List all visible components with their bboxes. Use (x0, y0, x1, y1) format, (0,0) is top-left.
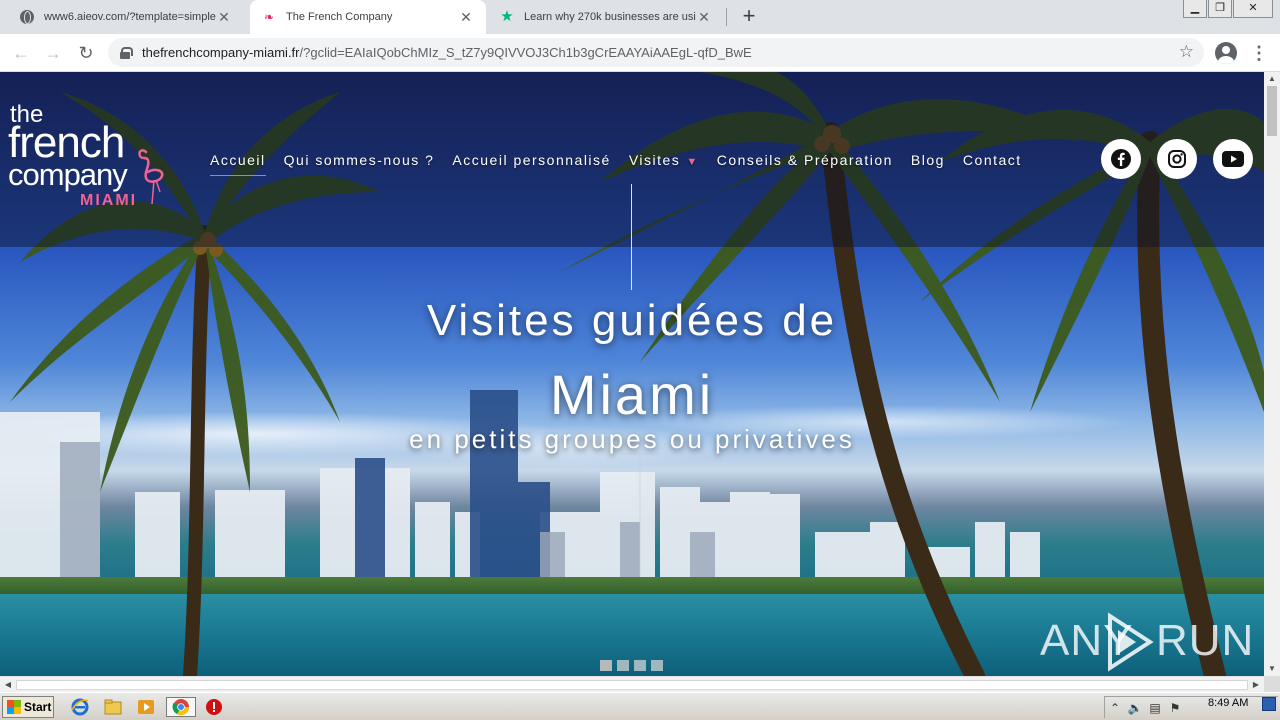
main-nav: Accueil Qui sommes-nous ? Accueil person… (210, 152, 1040, 176)
reload-button[interactable]: ↻ (73, 40, 99, 66)
scroll-up-arrow-icon[interactable]: ▲ (1264, 72, 1280, 86)
nav-qui-sommes-nous[interactable]: Qui sommes-nous ? (284, 152, 435, 172)
tab-separator (726, 8, 727, 26)
tab-aieov[interactable]: www6.aieov.com/?template=simple2 ✕ (8, 0, 244, 34)
back-button[interactable]: ← (8, 40, 34, 66)
logo-miami: MIAMI (80, 192, 138, 209)
close-tab-icon[interactable]: ✕ (696, 9, 712, 26)
scrollbar-thumb[interactable] (16, 680, 1248, 690)
tab-trustpilot[interactable]: ★ Learn why 270k businesses are using ✕ (488, 0, 724, 34)
system-tray: ⌃ 🔈 ▤ ⚑ (1104, 696, 1278, 718)
network-icon[interactable]: ▤ (1145, 701, 1165, 715)
anyrun-watermark: ANY RUN (1040, 608, 1253, 672)
slider-dot[interactable] (634, 660, 646, 671)
close-window-button[interactable]: ✕ (1233, 0, 1273, 18)
nav-blog[interactable]: Blog (911, 152, 945, 172)
scrollbar-corner (1264, 676, 1280, 692)
start-button[interactable]: Start (2, 696, 54, 718)
chrome-icon[interactable] (166, 697, 196, 717)
close-tab-icon[interactable]: ✕ (216, 9, 232, 26)
tab-french-company[interactable]: ❧ The French Company ✕ (250, 0, 486, 34)
vertical-scrollbar[interactable]: ▲ ▼ (1264, 72, 1280, 676)
windows-taskbar: Start ⌃ 🔈 ▤ ⚑ 8:49 AM (0, 692, 1280, 720)
slider-dot[interactable] (651, 660, 663, 671)
bookmark-star-icon[interactable]: ☆ (1179, 42, 1194, 62)
explorer-icon[interactable] (101, 697, 125, 717)
nav-accueil[interactable]: Accueil (210, 152, 266, 176)
facebook-icon[interactable] (1101, 139, 1141, 179)
nav-conseils-preparation[interactable]: Conseils & Préparation (717, 152, 893, 172)
show-desktop-icon[interactable] (1262, 697, 1276, 711)
nav-accueil-personnalise[interactable]: Accueil personnalisé (452, 152, 610, 172)
page-viewport: the french company MIAMI Accueil Qui som… (0, 72, 1264, 676)
minimize-button[interactable]: ▁ (1183, 0, 1207, 18)
slider-dot[interactable] (600, 660, 612, 671)
url-text: thefrenchcompany-miami.fr/?gclid=EAIaIQo… (142, 45, 752, 60)
start-label: Start (24, 700, 52, 714)
tab-title: Learn why 270k businesses are using (524, 11, 696, 23)
nav-visites-label: Visites (628, 152, 681, 168)
horizontal-scrollbar[interactable]: ◀ ▶ (0, 676, 1264, 692)
clock[interactable]: 8:49 AM (1208, 697, 1248, 709)
volume-icon[interactable]: 🔈 (1125, 701, 1145, 715)
logo-company: company (8, 157, 128, 192)
nav-visites[interactable]: Visites ▼ (629, 152, 699, 172)
lock-icon (120, 46, 133, 59)
site-logo[interactable]: the french company MIAMI (8, 102, 168, 222)
restore-button[interactable]: ❐ (1208, 0, 1232, 18)
address-bar[interactable]: thefrenchcompany-miami.fr/?gclid=EAIaIQo… (108, 38, 1204, 67)
media-player-icon[interactable] (134, 697, 158, 717)
hero-heading-line1: Visites guidées de (426, 296, 838, 345)
tab-title: The French Company (286, 11, 393, 23)
nav-contact[interactable]: Contact (963, 152, 1022, 172)
ie-icon[interactable] (68, 697, 92, 717)
stop-icon[interactable] (202, 697, 226, 717)
dropdown-caret-icon: ▼ (686, 156, 699, 168)
hero-heading-miami: Miami (549, 363, 715, 426)
url-path: /?gclid=EAIaIQobChMIz_S_tZ7y9QIVVOJ3Ch1b… (299, 45, 752, 60)
action-center-flag-icon[interactable]: ⚑ (1165, 701, 1185, 715)
scroll-left-arrow-icon[interactable]: ◀ (0, 677, 16, 693)
trustpilot-star-icon: ★ (500, 8, 514, 25)
instagram-icon[interactable] (1157, 139, 1197, 179)
hero-subheading: en petits groupes ou privatives (409, 424, 855, 454)
tray-expand-icon[interactable]: ⌃ (1105, 701, 1125, 715)
watermark-run: RUN (1156, 616, 1255, 665)
windows-logo-icon (7, 700, 21, 714)
flamingo-icon (138, 149, 164, 205)
tab-strip: www6.aieov.com/?template=simple2 ✕ ❧ The… (0, 0, 1280, 34)
tab-title: www6.aieov.com/?template=simple2 (44, 11, 216, 23)
scroll-down-arrow-icon[interactable]: ▼ (1264, 662, 1280, 676)
slider-pagination (600, 660, 668, 671)
scrollbar-thumb[interactable] (1267, 86, 1277, 136)
url-host: thefrenchcompany-miami.fr (142, 45, 300, 60)
menu-icon[interactable]: ⋮ (1250, 42, 1268, 64)
flamingo-icon: ❧ (263, 10, 275, 24)
forward-button[interactable]: → (40, 40, 66, 66)
decorative-vertical-line (631, 184, 632, 290)
account-icon[interactable] (1215, 42, 1237, 64)
play-triangle-icon (1108, 612, 1154, 672)
globe-icon (20, 10, 34, 24)
slider-dot[interactable] (617, 660, 629, 671)
scroll-right-arrow-icon[interactable]: ▶ (1248, 677, 1264, 693)
browser-toolbar: ← → ↻ thefrenchcompany-miami.fr/?gclid=E… (0, 34, 1280, 72)
new-tab-button[interactable]: + (737, 4, 761, 30)
close-tab-icon[interactable]: ✕ (458, 9, 474, 26)
youtube-icon[interactable] (1213, 139, 1253, 179)
